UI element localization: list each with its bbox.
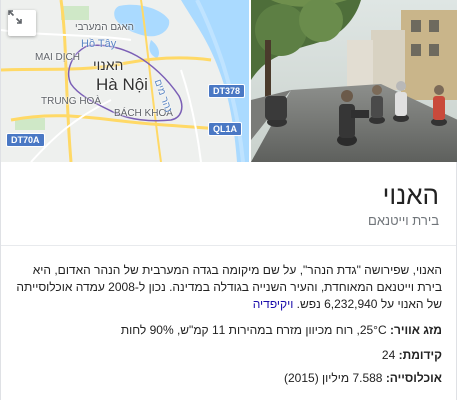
description-text: האנוי, שפירושה "גדת הנהר", על שם מיקומה … <box>16 263 442 311</box>
entity-subtitle: בירת וייטנאם <box>368 213 439 228</box>
map-label-lake-he: האגם המערבי <box>75 22 134 33</box>
fact-value: 7.588 מיליון (2015) <box>284 371 383 385</box>
header-media: האגם המערבי Hồ Tây MAI DỊCH האנוי Hà Nội… <box>1 0 457 162</box>
fact-weather: מזג אוויר: 25°C, רוח מכיוון מזרח במהירות… <box>121 323 442 337</box>
entity-description: האנוי, שפירושה "גדת הנהר", על שם מיקומה … <box>12 262 442 313</box>
road-badge: DT378 <box>208 84 246 98</box>
map-label-city-he: האנוי <box>93 57 124 73</box>
city-map[interactable]: האגם המערבי Hồ Tây MAI DỊCH האנוי Hà Nội… <box>1 0 249 162</box>
fact-value: 24 <box>381 348 396 362</box>
fact-value: 25°C, רוח מכיוון מזרח במהירות 11 קמ"ש, 9… <box>120 323 387 337</box>
expand-map-button[interactable] <box>8 10 36 36</box>
divider <box>1 245 456 246</box>
map-label-lake-vi: Hồ Tây <box>81 38 117 50</box>
fact-population: אוכלוסייה: 7.588 מיליון (2015) <box>284 371 442 385</box>
fact-key: קידומת: <box>398 348 442 362</box>
expand-icon <box>8 10 22 24</box>
street-photo[interactable] <box>251 0 457 162</box>
road-badge: QL1A <box>208 122 243 136</box>
street-photo-image <box>251 0 457 162</box>
fact-key: מזג אוויר: <box>389 323 442 337</box>
wikipedia-link[interactable]: ויקיפדיה <box>253 297 294 311</box>
fact-key: אוכלוסייה: <box>385 371 442 385</box>
map-label-city-vi: Hà Nội <box>96 75 148 94</box>
fact-area-code: קידומת: 24 <box>382 348 442 362</box>
map-label-district: TRUNG HOÀ <box>41 96 101 107</box>
map-label-district: MAI DỊCH <box>35 52 80 63</box>
entity-title: האנוי <box>382 180 439 210</box>
knowledge-panel: האגם המערבי Hồ Tây MAI DỊCH האנוי Hà Nội… <box>0 0 457 400</box>
road-badge: DT70A <box>6 133 45 147</box>
